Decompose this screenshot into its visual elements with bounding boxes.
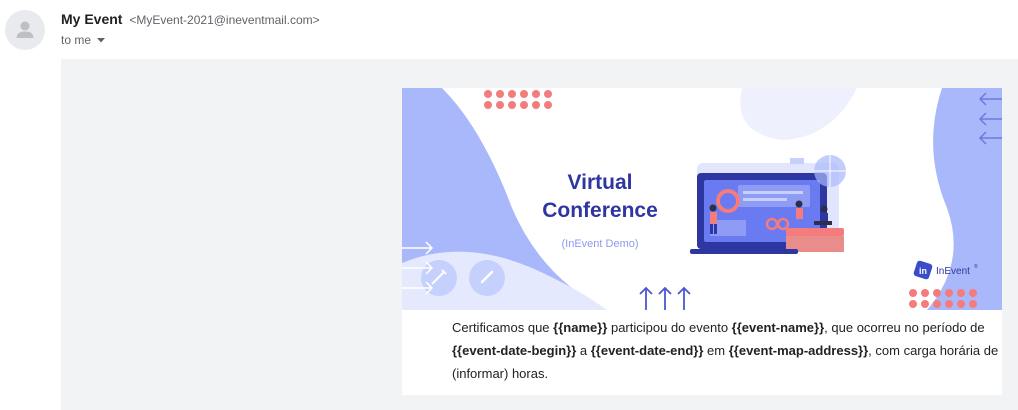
event-name-placeholder: {{event-name}}	[731, 320, 825, 335]
event-map-address-placeholder: {{event-map-address}}	[728, 343, 869, 358]
banner-title-line2: Conference	[542, 199, 658, 222]
sender-avatar[interactable]	[5, 10, 45, 50]
certificate-card: Virtual Conference (InEvent Demo) in InE…	[402, 88, 1002, 395]
cert-text-part: a	[576, 343, 591, 358]
recipient-details-toggle[interactable]: to me	[61, 33, 106, 47]
event-date-begin-placeholder: {{event-date-begin}}	[452, 343, 577, 358]
banner-title-line1: Virtual	[568, 171, 633, 194]
caret-down-icon	[97, 37, 106, 42]
cert-text-part: participou do evento	[607, 320, 732, 335]
certificate-text: Certificamos que {{name}} participou do …	[452, 316, 1002, 385]
event-date-end-placeholder: {{event-date-end}}	[590, 343, 704, 358]
cert-text-part: Certificamos que	[452, 320, 554, 335]
logo-text: InEvent	[936, 266, 970, 277]
event-banner: Virtual Conference (InEvent Demo) in InE…	[402, 88, 1002, 310]
banner-subtitle: (InEvent Demo)	[561, 238, 638, 250]
recipient-label: to me	[61, 33, 92, 47]
default-avatar-icon	[16, 21, 34, 38]
name-placeholder: {{name}}	[553, 320, 608, 335]
conference-illustration	[690, 155, 846, 254]
sender-name[interactable]: My Event	[61, 11, 122, 27]
sender-line: My Event <MyEvent-2021@ineventmail.com>	[61, 11, 320, 27]
message-body: Virtual Conference (InEvent Demo) in InE…	[61, 59, 1018, 410]
svg-text:in: in	[919, 266, 927, 276]
cert-text-part: , que ocorreu no período de	[824, 320, 985, 335]
cert-text-part: em	[703, 343, 729, 358]
sender-email: <MyEvent-2021@ineventmail.com>	[129, 13, 320, 27]
logo-trademark: ®	[974, 263, 978, 270]
